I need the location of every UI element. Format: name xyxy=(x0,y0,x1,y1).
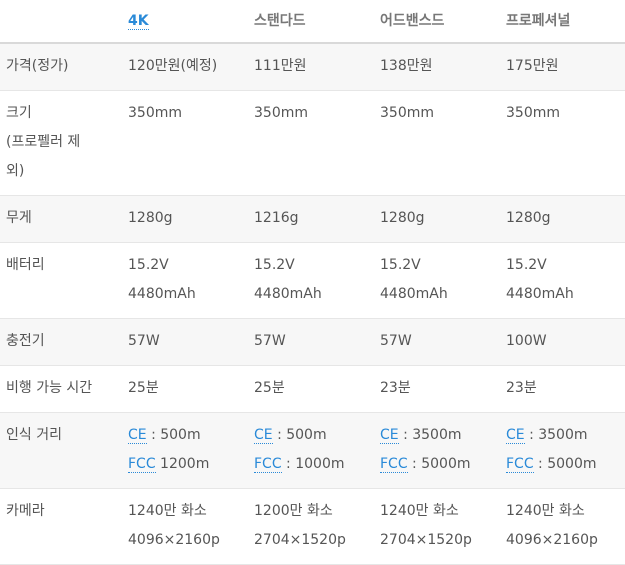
fcc-link[interactable]: FCC xyxy=(128,456,156,473)
cell-weight-advanced: 1280g xyxy=(380,210,425,226)
cell-battery-4k-voltage: 15.2V xyxy=(128,257,169,273)
fcc-link[interactable]: FCC xyxy=(380,456,408,473)
row-label-size: 크기 (프로펠러 제 외) xyxy=(0,91,120,196)
ce-link[interactable]: CE xyxy=(128,427,147,444)
range-value: : 3500m xyxy=(398,427,462,443)
cell-weight-professional: 1280g xyxy=(506,210,551,226)
row-price: 가격(정가) 120만원(예정) 111만원 138만원 175만원 xyxy=(0,43,625,91)
row-label-price: 가격(정가) xyxy=(6,58,69,74)
row-label-size-line1: 크기 xyxy=(6,105,32,121)
range-value: : 5000m xyxy=(407,456,471,472)
cell-price-professional: 175만원 xyxy=(506,58,559,74)
cell-range-professional-ce: CE : 3500m xyxy=(506,421,625,450)
header-professional: 프로페셔널 xyxy=(506,13,571,29)
cell-camera-4k-pixels: 1240만 화소 xyxy=(128,503,207,519)
cell-battery-standard: 15.2V 4480mAh xyxy=(246,243,372,319)
cell-camera-professional-resolution: 4096×2160p xyxy=(506,532,598,548)
cell-range-4k: CE : 500m FCC 1200m xyxy=(120,413,246,489)
header-4k-link[interactable]: 4K xyxy=(128,13,149,30)
cell-battery-standard-capacity: 4480mAh xyxy=(254,286,322,302)
fcc-link[interactable]: FCC xyxy=(254,456,282,473)
row-label-size-line2: (프로펠러 제 xyxy=(6,134,81,150)
cell-camera-professional-pixels: 1240만 화소 xyxy=(506,503,585,519)
range-value: : 500m xyxy=(272,427,327,443)
cell-battery-advanced: 15.2V 4480mAh xyxy=(372,243,498,319)
cell-camera-standard-pixels: 1200만 화소 xyxy=(254,503,333,519)
row-range: 인식 거리 CE : 500m FCC 1200m CE : 500m FCC … xyxy=(0,412,625,489)
cell-price-4k: 120만원(예정) xyxy=(128,58,218,74)
cell-range-4k-ce: CE : 500m xyxy=(128,421,246,450)
cell-battery-professional-capacity: 4480mAh xyxy=(506,286,574,302)
row-size: 크기 (프로펠러 제 외) 350mm 350mm 350mm 350mm xyxy=(0,90,625,196)
ce-link[interactable]: CE xyxy=(380,427,399,444)
row-charger: 충전기 57W 57W 57W 100W xyxy=(0,318,625,366)
cell-battery-professional-voltage: 15.2V xyxy=(506,257,547,273)
cell-battery-4k-capacity: 4480mAh xyxy=(128,286,196,302)
row-label-weight: 무게 xyxy=(6,210,32,226)
cell-size-standard: 350mm xyxy=(254,105,308,121)
header-row: 4K 스탠다드 어드밴스드 프로페셔널 xyxy=(0,0,625,43)
cell-battery-professional: 15.2V 4480mAh xyxy=(498,243,625,319)
cell-range-professional-fcc: FCC : 5000m xyxy=(506,450,625,479)
row-label-camera: 카메라 xyxy=(6,503,45,519)
cell-size-4k: 350mm xyxy=(128,105,182,121)
ce-link[interactable]: CE xyxy=(254,427,273,444)
cell-flight-time-advanced: 23분 xyxy=(380,380,411,396)
row-camera: 카메라 1240만 화소 4096×2160p 1200만 화소 2704×15… xyxy=(0,488,625,565)
cell-camera-4k: 1240만 화소 4096×2160p xyxy=(120,489,246,565)
range-value: : 500m xyxy=(146,427,201,443)
cell-camera-4k-resolution: 4096×2160p xyxy=(128,532,220,548)
range-value: : 5000m xyxy=(533,456,597,472)
cell-weight-4k: 1280g xyxy=(128,210,173,226)
cell-price-advanced: 138만원 xyxy=(380,58,433,74)
cell-charger-advanced: 57W xyxy=(380,333,412,349)
cell-camera-standard: 1200만 화소 2704×1520p xyxy=(246,489,372,565)
cell-flight-time-standard: 25분 xyxy=(254,380,285,396)
cell-weight-standard: 1216g xyxy=(254,210,299,226)
cell-price-standard: 111만원 xyxy=(254,58,307,74)
cell-camera-advanced-pixels: 1240만 화소 xyxy=(380,503,459,519)
cell-charger-4k: 57W xyxy=(128,333,160,349)
row-flight-time: 비행 가능 시간 25분 25분 23분 23분 xyxy=(0,365,625,413)
cell-battery-advanced-voltage: 15.2V xyxy=(380,257,421,273)
cell-flight-time-professional: 23분 xyxy=(506,380,537,396)
cell-charger-professional: 100W xyxy=(506,333,547,349)
cell-range-advanced-fcc: FCC : 5000m xyxy=(380,450,498,479)
row-label-size-line3: 외) xyxy=(6,163,25,179)
cell-flight-time-4k: 25분 xyxy=(128,380,159,396)
header-standard: 스탠다드 xyxy=(254,13,306,29)
cell-camera-advanced-resolution: 2704×1520p xyxy=(380,532,472,548)
fcc-link[interactable]: FCC xyxy=(506,456,534,473)
row-label-charger: 충전기 xyxy=(6,333,45,349)
row-label-range: 인식 거리 xyxy=(6,427,62,443)
cell-camera-professional: 1240만 화소 4096×2160p xyxy=(498,489,625,565)
row-label-flight-time: 비행 가능 시간 xyxy=(6,380,93,396)
row-weight: 무게 1280g 1216g 1280g 1280g xyxy=(0,195,625,243)
header-4k[interactable]: 4K xyxy=(120,0,246,43)
cell-battery-4k: 15.2V 4480mAh xyxy=(120,243,246,319)
cell-camera-advanced: 1240만 화소 2704×1520p xyxy=(372,489,498,565)
range-value: 1200m xyxy=(155,456,210,472)
range-value: : 3500m xyxy=(524,427,588,443)
cell-size-professional: 350mm xyxy=(506,105,560,121)
cell-range-advanced: CE : 3500m FCC : 5000m xyxy=(372,413,498,489)
cell-charger-standard: 57W xyxy=(254,333,286,349)
cell-size-advanced: 350mm xyxy=(380,105,434,121)
cell-battery-standard-voltage: 15.2V xyxy=(254,257,295,273)
cell-range-professional: CE : 3500m FCC : 5000m xyxy=(498,413,625,489)
cell-battery-advanced-capacity: 4480mAh xyxy=(380,286,448,302)
cell-range-4k-fcc: FCC 1200m xyxy=(128,450,246,479)
cell-range-standard-ce: CE : 500m xyxy=(254,421,372,450)
spec-comparison-table: 4K 스탠다드 어드밴스드 프로페셔널 가격(정가) 120만원(예정) 111… xyxy=(0,0,625,565)
range-value: : 1000m xyxy=(281,456,345,472)
cell-range-standard-fcc: FCC : 1000m xyxy=(254,450,372,479)
cell-range-standard: CE : 500m FCC : 1000m xyxy=(246,413,372,489)
cell-camera-standard-resolution: 2704×1520p xyxy=(254,532,346,548)
row-label-battery: 배터리 xyxy=(6,257,45,273)
header-advanced: 어드밴스드 xyxy=(380,13,445,29)
ce-link[interactable]: CE xyxy=(506,427,525,444)
row-battery: 배터리 15.2V 4480mAh 15.2V 4480mAh 15.2V 44… xyxy=(0,242,625,319)
cell-range-advanced-ce: CE : 3500m xyxy=(380,421,498,450)
header-blank xyxy=(0,0,120,43)
